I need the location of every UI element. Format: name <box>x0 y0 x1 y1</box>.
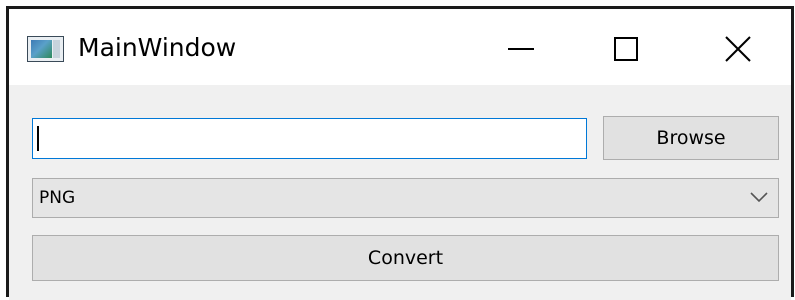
minimize-icon <box>508 48 534 50</box>
title-bar[interactable]: MainWindow <box>9 9 791 85</box>
convert-button[interactable]: Convert <box>32 235 779 281</box>
text-caret <box>37 126 39 151</box>
format-select[interactable]: PNG <box>32 178 779 218</box>
window-title: MainWindow <box>78 33 237 62</box>
main-window: MainWindow Browse PNG Convert <box>6 6 794 300</box>
app-window-icon <box>27 36 64 62</box>
maximize-button[interactable] <box>592 21 660 77</box>
minimize-button[interactable] <box>487 21 555 77</box>
close-button[interactable] <box>704 21 772 77</box>
close-icon <box>725 36 751 62</box>
window-content: Browse PNG Convert <box>9 85 791 300</box>
file-path-input[interactable] <box>32 118 587 159</box>
format-select-value: PNG <box>39 188 76 208</box>
maximize-icon <box>614 37 638 61</box>
browse-button[interactable]: Browse <box>603 116 779 160</box>
chevron-down-icon <box>750 192 768 203</box>
